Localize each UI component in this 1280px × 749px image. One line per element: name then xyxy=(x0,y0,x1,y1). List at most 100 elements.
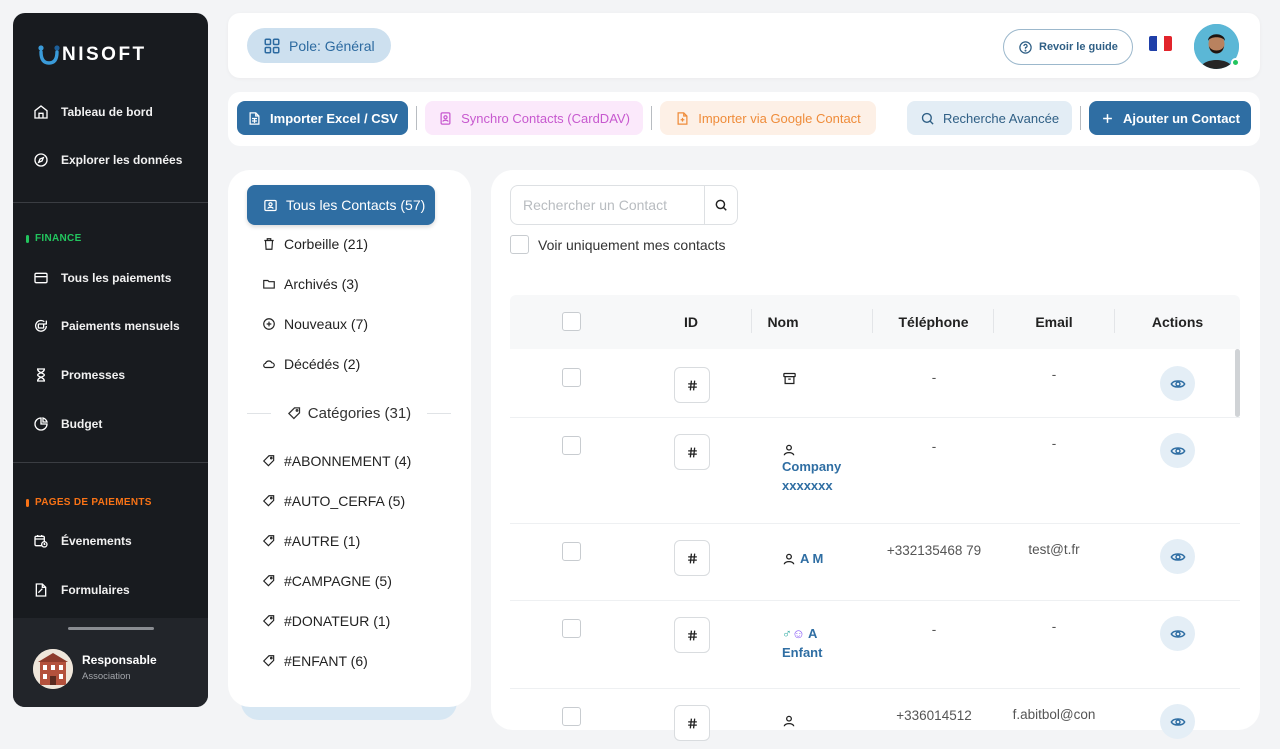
category-item[interactable]: #AUTO_CERFA (5) xyxy=(262,493,405,509)
add-contact-button[interactable]: Ajouter un Contact xyxy=(1089,101,1251,135)
filter-label: Tous les Contacts (57) xyxy=(286,197,426,213)
sidebar-item-dashboard[interactable]: Tableau de bord xyxy=(33,104,153,120)
row-checkbox[interactable] xyxy=(562,436,581,455)
contact-name[interactable]: A M xyxy=(782,549,852,568)
category-label: #AUTRE (1) xyxy=(284,533,361,549)
folder-icon xyxy=(263,279,275,289)
column-name[interactable]: Nom xyxy=(752,295,814,349)
help-circle-icon xyxy=(1019,40,1032,54)
filter-trash[interactable]: Corbeille (21) xyxy=(262,236,368,252)
filter-label: Archivés (3) xyxy=(284,276,359,292)
user-name: Responsable xyxy=(82,653,157,667)
id-button[interactable] xyxy=(674,367,710,403)
sidebar-item-monthly-payments[interactable]: Paiements mensuels xyxy=(33,318,180,334)
contact-name-text: A M xyxy=(800,551,824,566)
trash-icon xyxy=(264,238,274,250)
search-button[interactable] xyxy=(704,186,737,224)
select-all-checkbox[interactable] xyxy=(562,312,581,331)
archive-icon xyxy=(783,372,796,385)
advanced-search-button[interactable]: Recherche Avancée xyxy=(907,101,1072,135)
contact-name-text: Company xxxxxxx xyxy=(782,459,842,493)
sync-carddav-label: Synchro Contacts (CardDAV) xyxy=(461,110,630,126)
id-button[interactable] xyxy=(674,705,710,741)
sidebar-item-label: Tableau de bord xyxy=(61,105,153,119)
category-item[interactable]: #AUTRE (1) xyxy=(262,533,360,549)
male-child-icon: ♂ xyxy=(782,626,792,641)
filter-new[interactable]: Nouveaux (7) xyxy=(262,316,368,332)
sidebar-item-forms[interactable]: Formulaires xyxy=(33,582,130,598)
section-finance: FINANCE xyxy=(26,233,82,244)
view-contact-button[interactable] xyxy=(1160,616,1195,651)
view-contact-button[interactable] xyxy=(1160,539,1195,574)
sidebar-divider xyxy=(13,462,208,463)
person-icon xyxy=(783,553,795,564)
toolbar-separator xyxy=(416,106,417,130)
brand-logo[interactable]: NISOFT xyxy=(37,43,147,67)
fr-flag-icon[interactable] xyxy=(1149,36,1172,51)
sidebar-item-label: Paiements mensuels xyxy=(61,319,180,333)
sidebar-item-promises[interactable]: Promesses xyxy=(33,367,125,383)
id-button[interactable] xyxy=(674,434,710,470)
category-label: #ABONNEMENT (4) xyxy=(284,453,412,469)
hash-icon xyxy=(687,630,697,640)
view-contact-button[interactable] xyxy=(1160,433,1195,468)
import-google-button[interactable]: Importer via Google Contact xyxy=(660,101,876,135)
row-checkbox[interactable] xyxy=(562,542,581,561)
contact-email: - xyxy=(1051,367,1057,382)
category-item[interactable]: #CAMPAGNE (5) xyxy=(262,573,392,589)
eye-icon xyxy=(1170,629,1185,638)
column-email[interactable]: Email xyxy=(994,295,1114,349)
sync-carddav-button[interactable]: Synchro Contacts (CardDAV) xyxy=(425,101,643,135)
column-id[interactable]: ID xyxy=(631,295,751,349)
only-mine-label: Voir uniquement mes contacts xyxy=(538,236,726,253)
id-button[interactable] xyxy=(674,540,710,576)
online-status-badge xyxy=(1231,58,1240,67)
eye-icon xyxy=(1170,717,1185,726)
table-scrollbar[interactable] xyxy=(1235,349,1240,417)
sidebar-item-explore[interactable]: Explorer les données xyxy=(33,152,182,168)
row-checkbox[interactable] xyxy=(562,368,581,387)
only-mine-checkbox[interactable] xyxy=(510,235,529,254)
resize-handle[interactable] xyxy=(68,627,154,630)
id-button[interactable] xyxy=(674,617,710,653)
advanced-search-label: Recherche Avancée xyxy=(942,110,1060,126)
category-item[interactable]: #ABONNEMENT (4) xyxy=(262,453,411,469)
filter-deceased[interactable]: Décédés (2) xyxy=(262,356,360,372)
plus-icon xyxy=(1103,113,1112,123)
section-finance-label: FINANCE xyxy=(35,233,82,244)
row-checkbox[interactable] xyxy=(562,619,581,638)
contact-name[interactable] xyxy=(782,714,852,728)
sidebar-item-budget[interactable]: Budget xyxy=(33,416,102,432)
child-face-icon: ☺ xyxy=(791,626,806,641)
contact-name[interactable] xyxy=(782,371,852,386)
sidebar-item-label: Tous les paiements xyxy=(61,271,172,285)
toolbar-separator xyxy=(1080,106,1081,130)
contact-phone: - xyxy=(931,370,937,385)
import-excel-button[interactable]: Importer Excel / CSV xyxy=(237,101,408,135)
pole-selector[interactable]: Pole: Général xyxy=(247,28,391,63)
view-contact-button[interactable] xyxy=(1160,704,1195,739)
search-input[interactable] xyxy=(511,186,704,224)
guide-button[interactable]: Revoir le guide xyxy=(1003,29,1133,65)
category-item[interactable]: #DONATEUR (1) xyxy=(262,613,390,629)
contacts-panel: Voir uniquement mes contacts ID Nom Télé… xyxy=(491,170,1260,741)
sidebar-user-panel[interactable]: Responsable Association xyxy=(13,618,208,707)
sidebar-item-events[interactable]: Évenements xyxy=(33,533,132,549)
pole-label: Pole: Général xyxy=(289,37,375,54)
row-checkbox[interactable] xyxy=(562,707,581,726)
contact-phone: +336014512 xyxy=(896,708,972,723)
filter-label: Décédés (2) xyxy=(284,356,361,372)
contact-name[interactable]: ♂☺ A Enfant xyxy=(782,624,852,662)
sidebar-item-label: Budget xyxy=(61,417,103,431)
column-phone[interactable]: Téléphone xyxy=(873,295,994,349)
contact-name[interactable]: Company xxxxxxx xyxy=(782,443,852,495)
category-item[interactable]: #ENFANT (6) xyxy=(262,653,368,669)
contact-email: test@t.fr xyxy=(1028,542,1080,557)
refresh-card-icon xyxy=(35,319,47,332)
only-mine-filter[interactable]: Voir uniquement mes contacts xyxy=(510,235,726,254)
table-row: Company xxxxxxx - - xyxy=(510,418,1240,524)
sidebar-item-all-payments[interactable]: Tous les paiements xyxy=(33,270,171,286)
filter-all-contacts[interactable]: Tous les Contacts (57) xyxy=(247,185,435,225)
view-contact-button[interactable] xyxy=(1160,366,1195,401)
filter-archived[interactable]: Archivés (3) xyxy=(262,276,359,292)
